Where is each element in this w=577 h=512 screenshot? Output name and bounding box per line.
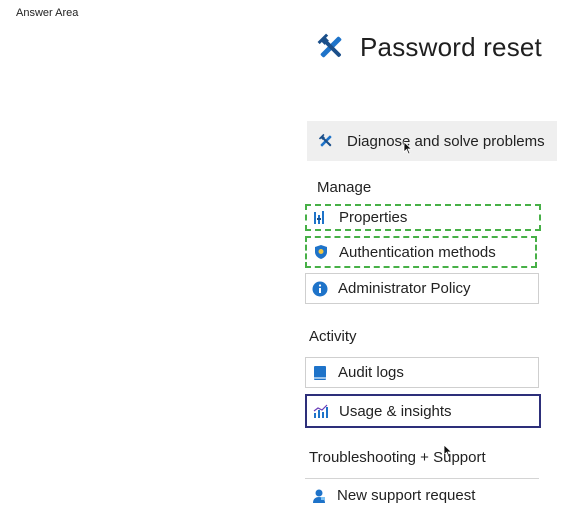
sidebar-item-properties[interactable]: Properties: [305, 204, 541, 231]
sidebar-item-audit-logs[interactable]: Audit logs: [305, 357, 539, 388]
diagnose-button[interactable]: Diagnose and solve problems: [307, 121, 557, 161]
sidebar-item-label: Audit logs: [338, 364, 404, 381]
section-manage: Manage: [317, 179, 372, 196]
sidebar-item-administrator-policy[interactable]: Administrator Policy: [305, 273, 539, 304]
section-troubleshooting-support: Troubleshooting + Support: [309, 449, 486, 466]
mouse-cursor: [403, 141, 413, 155]
properties-icon: [313, 210, 329, 226]
tools-icon: [314, 30, 348, 64]
person-icon: [311, 488, 327, 504]
info-icon: [312, 281, 328, 297]
diagnose-button-label: Diagnose and solve problems: [347, 132, 545, 150]
sidebar-item-authentication-methods[interactable]: Authentication methods: [305, 236, 537, 268]
sidebar-item-label: Authentication methods: [339, 243, 496, 261]
book-icon: [312, 365, 328, 381]
tools-icon: [317, 132, 335, 150]
section-activity: Activity: [309, 328, 357, 345]
sidebar-item-usage-insights[interactable]: Usage & insights: [305, 394, 541, 428]
chart-icon: [313, 403, 329, 419]
answer-area-label: Answer Area: [16, 7, 79, 19]
shield-icon: [313, 244, 329, 260]
sidebar-item-new-support-request[interactable]: New support request: [305, 478, 539, 512]
page-title: Password reset: [360, 31, 542, 62]
sidebar-item-label: Usage & insights: [339, 402, 452, 420]
sidebar-item-label: Administrator Policy: [338, 280, 471, 297]
sidebar-item-label: Properties: [339, 209, 408, 226]
page-header: Password reset: [314, 30, 542, 64]
sidebar-item-label: New support request: [337, 487, 476, 504]
